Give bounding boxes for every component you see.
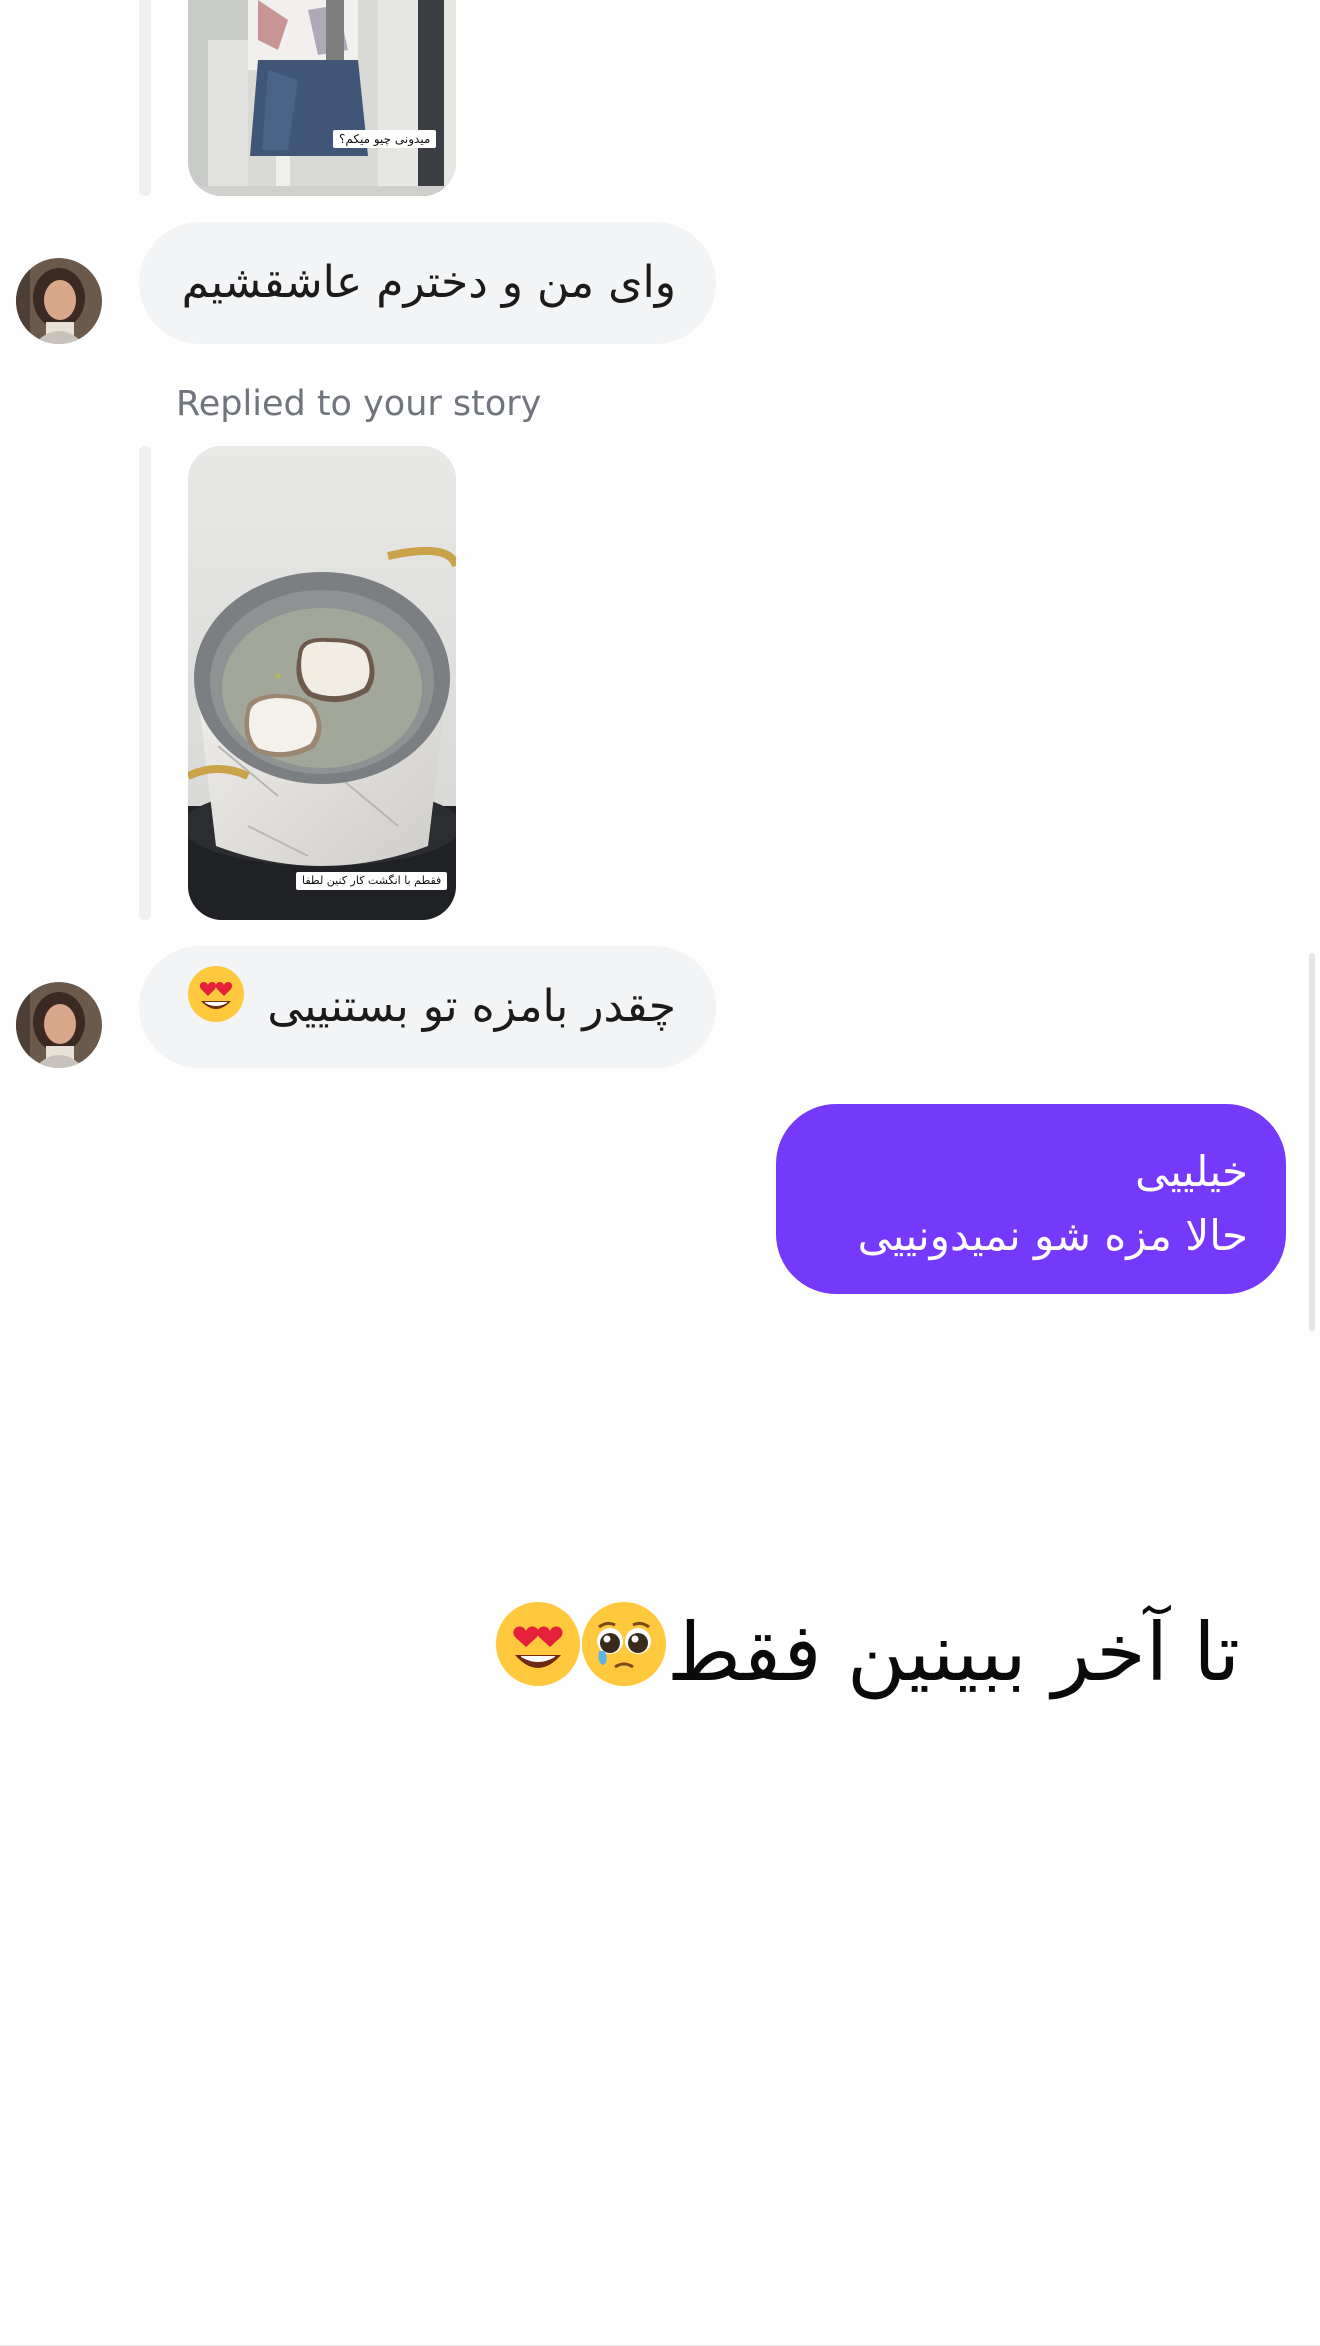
story-caption: فقطم با انگشت کار کنین لطفا	[296, 872, 448, 890]
message-text-line-1: خیلییی	[1135, 1147, 1248, 1196]
heart-eyes-emoji-icon	[495, 1601, 581, 1715]
avatar[interactable]	[16, 982, 102, 1068]
story-thumbnail[interactable]: میدونی چیو میکم؟	[188, 0, 456, 196]
story-thumbnail[interactable]: فقطم با انگشت کار کنین لطفا	[188, 446, 456, 920]
story-image-kitchen-outfit	[188, 0, 456, 196]
overlay-caption-text: تا آخر ببینین فقط	[666, 1606, 1240, 1699]
outgoing-message[interactable]: خیلییی حالا مزه شو نمیدونییی	[776, 1104, 1286, 1294]
story-reply-quote-bar	[139, 0, 151, 196]
story-image-pan-toast	[188, 446, 456, 920]
story-caption: میدونی چیو میکم؟	[333, 130, 437, 148]
message-text: چقدر بامزه تو بستنییی	[267, 981, 676, 1032]
incoming-message[interactable]: چقدر بامزه تو بستنییی	[139, 946, 716, 1068]
story-reply-label: Replied to your story	[176, 384, 542, 424]
profile-photo-icon	[16, 982, 102, 1068]
pleading-face-emoji-icon	[581, 1601, 667, 1715]
message-text: وای من و دخترم عاشقشیم	[181, 257, 676, 308]
heart-eyes-emoji-icon	[187, 948, 245, 1070]
incoming-message[interactable]: وای من و دخترم عاشقشیم	[139, 222, 716, 344]
profile-photo-icon	[16, 258, 102, 344]
avatar[interactable]	[16, 258, 102, 344]
message-text-line-2: حالا مزه شو نمیدونییی	[857, 1211, 1248, 1260]
overlay-caption: تا آخر ببینین فقط	[495, 1598, 1240, 1708]
story-reply-quote-bar	[139, 446, 151, 920]
scrollbar[interactable]	[1309, 953, 1315, 1331]
